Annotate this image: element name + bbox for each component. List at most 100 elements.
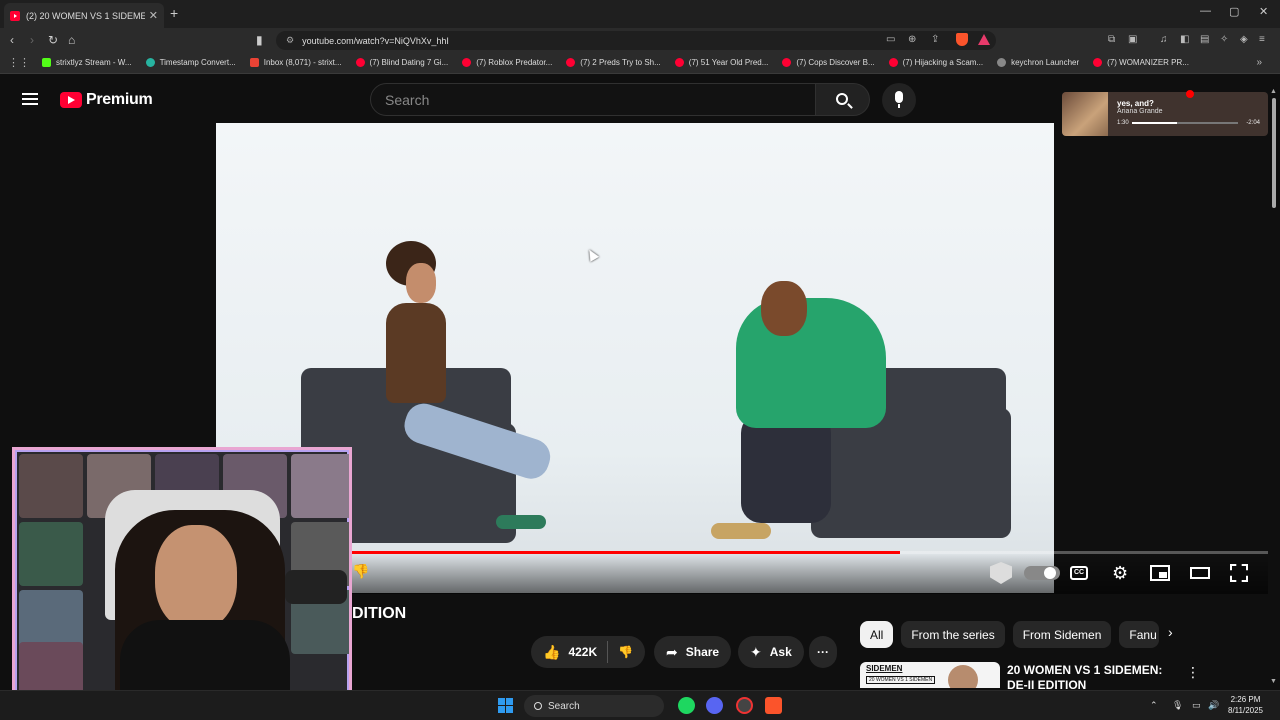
scrollbar-thumb[interactable] [1272,98,1276,208]
start-quad [498,706,505,713]
microphone-icon [895,91,903,108]
now-playing-popup[interactable]: yes, and? Ariana Grande 1:30 -2:04 [1062,92,1268,136]
thumbs-up-icon[interactable]: 👍 [543,644,560,661]
dislike-button[interactable]: 👎 [618,645,633,659]
like-count[interactable]: 422K [568,645,597,659]
recommended-video-thumbnail[interactable]: SIDEMEN 20 WOMEN VS 1 SIDEMEN [860,662,1000,688]
sidebar-icon[interactable]: ◧ [1180,34,1189,45]
scroll-up-icon[interactable]: ▲ [1270,88,1277,95]
windows-start-icon[interactable] [498,698,514,714]
bookmark-item[interactable]: strixtlyz Stream - W... [42,58,132,67]
bookmark-item[interactable]: Timestamp Convert... [145,58,236,67]
leo-icon[interactable]: ✧ [1220,34,1228,45]
youtube-logo-icon[interactable] [60,92,82,108]
forward-icon[interactable]: › [30,33,34,47]
thumbnail-face [948,665,978,688]
man-hoodie [736,298,886,428]
theater-mode-icon[interactable] [1190,567,1210,579]
voice-search-button[interactable] [882,83,916,117]
bookmark-item[interactable]: keychron Launcher [997,58,1079,67]
bookmarks-bar: ⋮⋮ strixtlyz Stream - W... Timestamp Con… [0,52,1280,74]
miniplayer-icon[interactable] [1150,565,1170,581]
bookmark-label: keychron Launcher [1011,58,1080,67]
chip-fanum[interactable]: Fanu [1119,621,1160,648]
fullscreen-icon[interactable] [1230,564,1248,582]
video-title: DITION [352,605,407,622]
search-input[interactable]: Search [370,83,816,116]
bookmark-label: (7) Blind Dating 7 Gi... [369,58,449,67]
home-icon[interactable]: ⌂ [68,33,75,47]
notification-badge [1186,90,1194,98]
brave-rewards-icon[interactable] [978,34,990,45]
ask-button[interactable]: ✦ Ask [738,636,804,668]
screenshot-icon[interactable]: ▣ [1128,34,1137,45]
scroll-down-icon[interactable]: ▼ [1270,678,1277,685]
bookmark-item[interactable]: (7) Cops Discover B... [782,58,875,67]
wallet-icon[interactable]: ▤ [1200,34,1209,45]
extensions-icon[interactable]: ⧉ [1108,34,1115,45]
recommended-video-title[interactable]: 20 WOMEN VS 1 SIDEMEN: DE-II EDITION [1007,663,1177,693]
minimize-button[interactable]: — [1200,5,1211,17]
bookmark-item[interactable]: (7) 51 Year Old Pred... [674,58,769,67]
zoom-icon[interactable]: ⊕ [908,34,916,45]
microphone-tray-icon[interactable]: 🎙 [1172,700,1183,711]
song-progress-bar[interactable] [1132,122,1238,124]
close-window-button[interactable]: ✕ [1259,5,1268,18]
thumbs-down-icon[interactable]: 👎 [352,563,369,580]
menu-icon[interactable]: ≡ [1259,34,1265,45]
bookmark-item[interactable]: (7) WOMANIZER PR... [1093,58,1189,67]
network-icon[interactable]: ▭ [1192,700,1201,711]
bookmark-label: (7) Cops Discover B... [796,58,875,67]
media-icon[interactable]: ♫ [1160,34,1168,45]
more-actions-button[interactable]: ··· [809,636,837,668]
woman-figure [386,303,446,403]
back-icon[interactable]: ‹ [10,33,14,47]
tab-title: (2) 20 WOMEN VS 1 SIDEMEN: E [26,10,145,21]
bookmark-item[interactable]: (7) 2 Preds Try to Sh... [566,58,661,67]
menu-hamburger-icon[interactable] [22,93,38,105]
share-button[interactable]: ➦ Share [654,636,732,668]
page-scrollbar[interactable]: ▲ ▼ [1270,88,1278,688]
chip-all[interactable]: All [860,621,894,648]
apps-grid-icon[interactable]: ⋮⋮ [8,56,30,69]
new-tab-button[interactable]: + [170,5,178,21]
volume-icon[interactable]: 🔊 [1208,700,1219,711]
bookmark-label: (7) 51 Year Old Pred... [688,58,769,67]
app-icon[interactable] [736,697,753,714]
start-quad [506,698,513,705]
reload-icon[interactable]: ↻ [48,33,58,47]
youtube-icon [566,58,576,67]
site-info-icon[interactable]: ⚙ [286,35,294,46]
autoplay-toggle[interactable] [1024,566,1060,580]
share-page-icon[interactable]: ⇪ [931,34,939,45]
system-clock[interactable]: 2:26 PM 8/11/2025 [1228,694,1263,716]
search-button[interactable] [816,83,870,116]
maximize-button[interactable]: ▢ [1229,5,1239,18]
brave-icon[interactable] [765,697,782,714]
bookmark-icon[interactable]: ▮ [256,33,263,47]
bookmarks-overflow-icon[interactable]: » [1256,57,1262,68]
cast-icon[interactable]: ▭ [886,34,895,45]
bookmark-item[interactable]: Inbox (8,071) - strixt... [249,58,342,67]
brave-shields-icon[interactable] [956,33,968,46]
tray-overflow-icon[interactable]: ⌃ [1150,700,1158,711]
bookmark-item[interactable]: (7) Roblox Predator... [462,58,552,67]
spotify-icon[interactable] [678,697,695,714]
settings-gear-icon[interactable]: ⚙ [1112,564,1128,582]
chip-from-sidemen[interactable]: From Sidemen [1012,621,1112,648]
chevron-right-icon[interactable]: › [1168,624,1173,640]
discord-icon[interactable] [706,697,723,714]
taskbar-search[interactable]: Search [524,695,664,717]
vpn-icon[interactable]: ◈ [1240,34,1248,45]
taskbar-search-icon [534,702,542,710]
microphone-arm [285,570,347,604]
browser-tab-active[interactable]: (2) 20 WOMEN VS 1 SIDEMEN: E ✕ [4,3,164,28]
autoplay-badge-icon[interactable] [990,562,1012,584]
captions-icon[interactable]: CC [1070,566,1088,580]
chip-from-the-series[interactable]: From the series [901,621,1005,648]
bookmark-item[interactable]: (7) Hijacking a Scam... [888,58,983,67]
bookmark-item[interactable]: (7) Blind Dating 7 Gi... [355,58,449,67]
youtube-brand-label[interactable]: Premium [86,91,153,109]
recommendation-more-icon[interactable]: ⋮ [1186,664,1200,681]
tab-close-icon[interactable]: ✕ [149,9,158,22]
